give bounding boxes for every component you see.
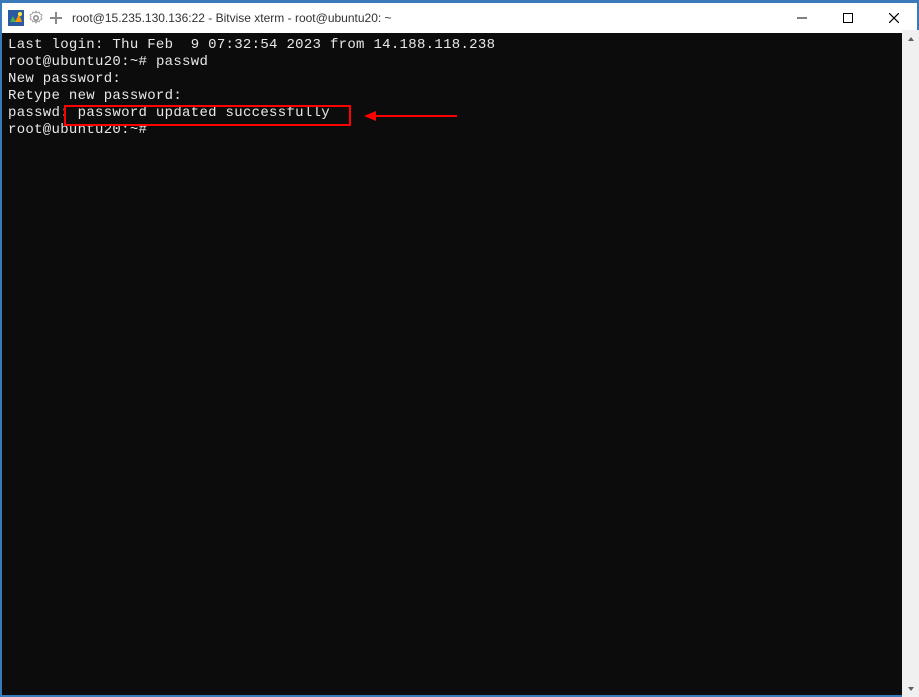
window-controls (779, 3, 917, 33)
terminal-line: root@ubuntu20:~# (8, 122, 911, 139)
gear-icon[interactable] (28, 10, 44, 26)
passwd-message: password updated successfully (78, 105, 330, 121)
command-text: passwd (156, 54, 208, 70)
passwd-prefix: passwd: (8, 105, 78, 121)
minimize-button[interactable] (779, 3, 825, 33)
vertical-scrollbar[interactable] (902, 30, 919, 697)
terminal-line: passwd: password updated successfully (8, 105, 911, 122)
terminal-line: root@ubuntu20:~# passwd (8, 54, 911, 71)
close-button[interactable] (871, 3, 917, 33)
terminal-line: Last login: Thu Feb 9 07:32:54 2023 from… (8, 37, 911, 54)
maximize-button[interactable] (825, 3, 871, 33)
app-logo-icon (8, 10, 24, 26)
window-title: root@15.235.130.136:22 - Bitvise xterm -… (72, 11, 775, 25)
titlebar-icons (8, 10, 64, 26)
terminal-line: New password: (8, 71, 911, 88)
terminal[interactable]: Last login: Thu Feb 9 07:32:54 2023 from… (2, 33, 917, 695)
plus-icon[interactable] (48, 10, 64, 26)
scroll-down-icon[interactable] (902, 680, 919, 697)
scrollbar-track[interactable] (902, 47, 919, 680)
titlebar: root@15.235.130.136:22 - Bitvise xterm -… (2, 3, 917, 33)
shell-prompt: root@ubuntu20:~# (8, 54, 156, 70)
shell-prompt: root@ubuntu20:~# (8, 122, 147, 138)
scroll-up-icon[interactable] (902, 30, 919, 47)
terminal-line: Retype new password: (8, 88, 911, 105)
